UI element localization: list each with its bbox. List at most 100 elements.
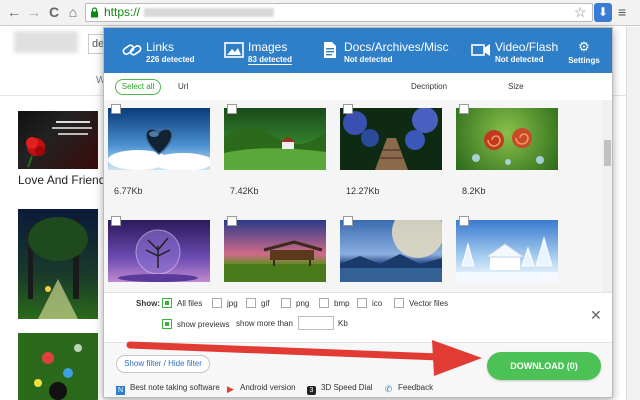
image-thumbnail[interactable] [224, 108, 326, 170]
link-icon [122, 44, 142, 56]
image-checkbox[interactable] [111, 104, 121, 114]
popup-scrollbar[interactable] [602, 100, 612, 292]
browser-toolbar: ← → C ⌂ https:// ☆ ⬇ ≡ [0, 0, 640, 26]
image-size: 7.42Kb [230, 186, 259, 196]
tab-docs[interactable]: Docs/Archives/Misc Not detected [320, 28, 450, 73]
extension-download-icon[interactable]: ⬇ [594, 3, 612, 22]
filter-jpg[interactable]: jpg [212, 298, 238, 308]
filter-gif[interactable]: gif [246, 298, 269, 308]
checkbox[interactable] [319, 298, 329, 308]
image-thumbnail[interactable] [108, 220, 210, 282]
address-bar[interactable]: https:// [85, 3, 593, 22]
image-checkbox[interactable] [459, 104, 469, 114]
checkbox[interactable] [246, 298, 256, 308]
reload-icon[interactable]: C [46, 4, 62, 20]
image-icon [224, 42, 244, 58]
image-thumbnail[interactable] [224, 220, 326, 282]
footer-link-notes[interactable]: N Best note taking software [116, 383, 220, 395]
thumbnail-caption: Love And Friend [18, 173, 106, 187]
filter-vector-label: Vector files [409, 299, 449, 308]
url-scheme: https:// [104, 5, 141, 19]
settings-label: Settings [568, 56, 600, 65]
image-checkbox[interactable] [343, 104, 353, 114]
image-size: 8.2Kb [462, 186, 486, 196]
image-checkbox[interactable] [227, 104, 237, 114]
tab-video-status: Not detected [495, 55, 544, 64]
filter-all-files-label: All files [177, 299, 203, 308]
footer-link-speed-dial[interactable]: 3 3D Speed Dial [307, 383, 373, 395]
lock-icon [91, 7, 98, 18]
image-item[interactable] [336, 212, 442, 292]
image-thumbnail[interactable] [108, 108, 210, 170]
image-checkbox[interactable] [343, 216, 353, 226]
filter-toggle-button[interactable]: Show filter / Hide filter [116, 355, 210, 373]
close-icon[interactable]: ✕ [590, 307, 602, 324]
download-button[interactable]: DOWNLOAD (0) [487, 352, 601, 380]
play-store-icon: ▶ [227, 384, 234, 394]
image-item[interactable]: 8.2Kb [452, 100, 558, 200]
page-scrollbar[interactable] [626, 27, 640, 400]
checkbox[interactable] [212, 298, 222, 308]
tab-images[interactable]: Images 83 detected [224, 28, 314, 73]
image-checkbox[interactable] [111, 216, 121, 226]
unit-label: Kb [338, 319, 348, 328]
min-size-input[interactable] [298, 316, 334, 330]
checkbox-checked[interactable] [162, 319, 172, 329]
image-item[interactable]: 6.77Kb [104, 100, 210, 200]
extension-popup: Links 226 detected Images 83 detected Do… [103, 27, 613, 398]
image-thumbnail[interactable] [340, 108, 442, 170]
back-arrow-icon[interactable]: ← [6, 4, 22, 20]
filter-gif-label: gif [261, 299, 270, 308]
size-column-header[interactable]: Size [508, 82, 524, 91]
filter-vector[interactable]: Vector files [394, 298, 448, 308]
image-thumbnail[interactable] [456, 108, 558, 170]
checkbox-checked[interactable] [162, 298, 172, 308]
menu-icon[interactable]: ≡ [618, 4, 626, 20]
thumbnail-rose[interactable] [18, 111, 98, 169]
settings-button[interactable]: ⚙ Settings [565, 40, 603, 65]
image-item[interactable] [220, 212, 326, 292]
footer-link-android[interactable]: ▶ Android version [226, 383, 296, 394]
image-thumbnail[interactable] [340, 220, 442, 282]
forward-arrow-icon[interactable]: → [26, 4, 42, 20]
image-item[interactable]: 12.27Kb [336, 100, 442, 200]
scrollbar-thumb[interactable] [604, 140, 611, 166]
filter-all-files[interactable]: All files [162, 298, 202, 308]
image-item[interactable]: 7.42Kb [220, 100, 326, 200]
footer-link-label: 3D Speed Dial [321, 383, 373, 392]
image-grid: 6.77Kb 7.42Kb 12.27Kb 8.2Kb [104, 100, 602, 292]
filter-bmp-label: bmp [334, 299, 350, 308]
show-label: Show: [136, 299, 160, 308]
url-column-header[interactable]: Url [178, 82, 188, 91]
gear-icon: ⚙ [578, 39, 590, 54]
select-all-button[interactable]: Select all [115, 79, 161, 95]
tab-docs-label: Docs/Archives/Misc [344, 40, 449, 54]
tab-links-label: Links [146, 40, 175, 54]
image-item[interactable] [452, 212, 558, 292]
image-checkbox[interactable] [459, 216, 469, 226]
bookmark-star-icon[interactable]: ☆ [574, 4, 587, 21]
show-previews-label: show previews [177, 320, 230, 329]
filter-png[interactable]: png [281, 298, 309, 308]
checkbox[interactable] [281, 298, 291, 308]
filter-bmp[interactable]: bmp [319, 298, 350, 308]
tab-video[interactable]: Video/Flash Not detected [471, 28, 561, 73]
site-logo [14, 31, 78, 53]
image-checkbox[interactable] [227, 216, 237, 226]
feedback-icon: ✆ [384, 384, 393, 394]
tab-links[interactable]: Links 226 detected [122, 28, 212, 73]
popup-header: Links 226 detected Images 83 detected Do… [104, 28, 612, 73]
image-thumbnail[interactable] [456, 220, 558, 282]
filter-options: Show: All files jpg gif png bmp ico Vect… [104, 292, 612, 342]
filter-ico[interactable]: ico [357, 298, 382, 308]
footer-link-feedback[interactable]: ✆ Feedback [384, 383, 433, 394]
show-previews-option[interactable]: show previews [162, 319, 229, 329]
footer-link-label: Best note taking software [130, 383, 220, 392]
home-icon[interactable]: ⌂ [65, 4, 81, 20]
thumbnail-bokeh[interactable] [18, 333, 98, 400]
image-item[interactable] [104, 212, 210, 292]
thumbnail-forest[interactable] [18, 209, 98, 319]
checkbox[interactable] [394, 298, 404, 308]
checkbox[interactable] [357, 298, 367, 308]
description-column-header[interactable]: Decription [411, 82, 447, 91]
